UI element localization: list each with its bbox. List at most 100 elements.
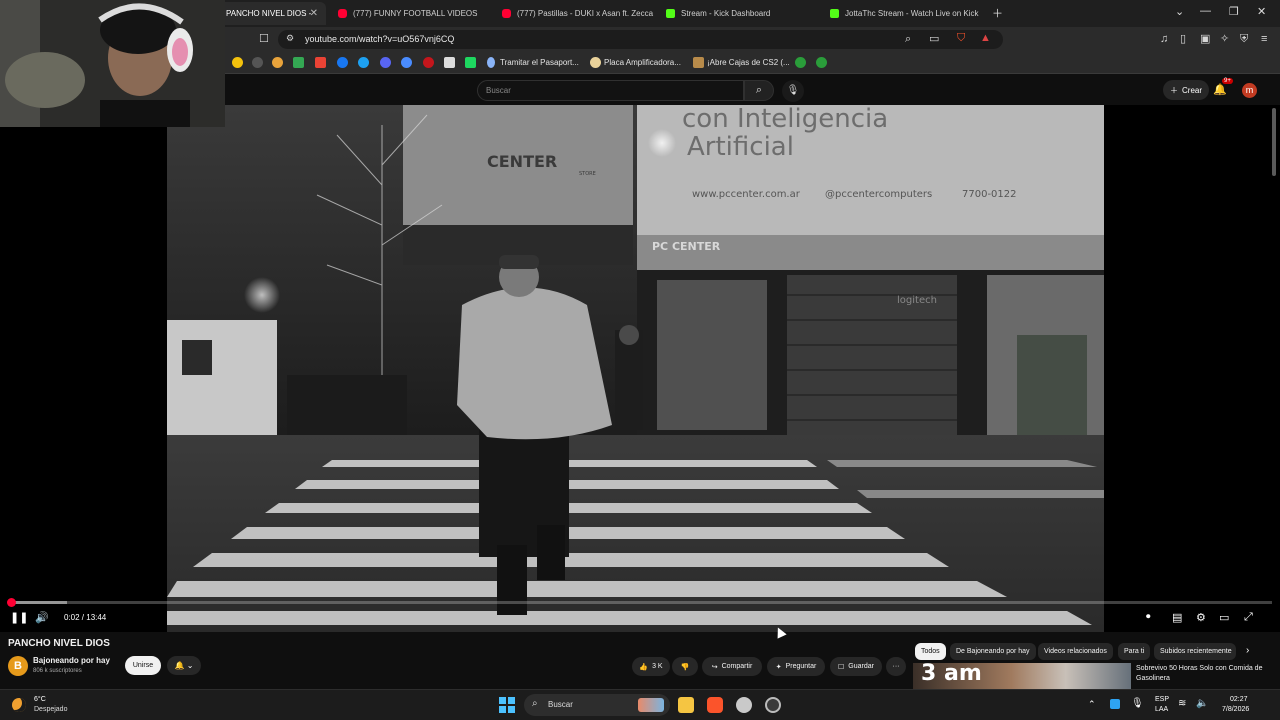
brave-browser-icon[interactable] xyxy=(707,697,723,713)
windows-start-icon[interactable] xyxy=(499,697,515,713)
bookmark-icon[interactable] xyxy=(795,57,806,68)
like-button[interactable]: 👍 3 K xyxy=(632,657,670,676)
save-button[interactable]: ☐ Guardar xyxy=(830,657,882,676)
video-player[interactable]: con Inteligencia Artificial CENTER STORE… xyxy=(0,0,1280,632)
chip-recent[interactable]: Subidos recientemente xyxy=(1154,643,1236,660)
gmail-icon[interactable] xyxy=(315,57,326,68)
bookmark-icon[interactable] xyxy=(423,57,434,68)
chip-channel[interactable]: De Bajoneando por hay xyxy=(950,643,1036,660)
url-text[interactable]: youtube.com/watch?v=uO567vnj6CQ xyxy=(305,34,454,44)
subtitles-icon[interactable]: ▤ xyxy=(1172,611,1182,624)
bookmark-icon[interactable] xyxy=(465,57,476,68)
taskbar-search[interactable]: ⌕ Buscar xyxy=(524,694,670,716)
new-tab-icon[interactable]: ＋ xyxy=(992,5,1003,21)
keyboard-layout[interactable]: LAA xyxy=(1155,706,1168,713)
leo-ai-icon[interactable]: ✧ xyxy=(1220,34,1229,45)
search-input[interactable]: Buscar xyxy=(477,80,744,101)
sidebar-icon[interactable]: ▯ xyxy=(1180,34,1186,45)
seek-handle[interactable] xyxy=(7,598,17,607)
weather-moon-icon[interactable] xyxy=(12,698,26,712)
tab-4[interactable]: JottaThc Stream - Watch Live on Kick xyxy=(822,2,990,25)
file-explorer-icon[interactable] xyxy=(678,697,694,713)
notifications-icon[interactable]: 🔔 xyxy=(1213,83,1227,96)
frame-sign-text: www.pccenter.com.ar xyxy=(692,189,801,200)
bookmark-link[interactable]: Tramitar el Pasaport... xyxy=(500,58,579,67)
pause-icon[interactable]: ❚❚ xyxy=(10,611,28,624)
bookmark-icon[interactable]: ☐ xyxy=(259,34,269,45)
chevron-down-icon[interactable]: ⌄ xyxy=(1175,5,1184,18)
subscription-bell-button[interactable]: 🔔 ⌄ xyxy=(167,656,201,675)
video-frame[interactable]: con Inteligencia Artificial CENTER STORE… xyxy=(167,105,1104,632)
vpn-icon[interactable]: ⛨ xyxy=(1240,34,1248,45)
clock-time[interactable]: 02:27 xyxy=(1230,696,1248,703)
video-scene: con Inteligencia Artificial CENTER STORE… xyxy=(167,105,1104,632)
tray-app-icon[interactable] xyxy=(1110,699,1120,709)
fullscreen-icon[interactable]: ⤢ xyxy=(1244,611,1253,624)
microphone-icon[interactable]: 🎙 xyxy=(1131,698,1144,709)
language-indicator[interactable]: ESP xyxy=(1155,696,1169,703)
join-button[interactable]: Unirse xyxy=(125,656,161,675)
clock-date[interactable]: 7/8/2026 xyxy=(1222,706,1249,713)
bookmark-icon[interactable] xyxy=(444,57,455,68)
bookmark-icon[interactable] xyxy=(380,57,391,68)
minimize-icon[interactable]: — xyxy=(1200,5,1211,17)
bookmark-icon[interactable] xyxy=(232,57,243,68)
close-window-icon[interactable]: ✕ xyxy=(1257,5,1266,18)
bookmark-icon[interactable] xyxy=(293,57,304,68)
bookmark-icon[interactable] xyxy=(272,57,283,68)
search-button[interactable]: ⌕ xyxy=(744,80,774,101)
voice-search-button[interactable]: 🎙 xyxy=(782,80,804,102)
bookmark-link[interactable]: Placa Amplificadora... xyxy=(604,58,681,67)
cast-icon[interactable]: ▭ xyxy=(929,34,939,45)
autoplay-icon[interactable]: ⏺ xyxy=(1146,611,1151,622)
tray-chevron-up-icon[interactable]: ⌃ xyxy=(1088,699,1096,710)
site-info-icon[interactable]: ⚙ xyxy=(286,34,294,43)
bookmark-icon[interactable] xyxy=(358,57,369,68)
facebook-icon[interactable] xyxy=(337,57,348,68)
chip-related[interactable]: Videos relacionados xyxy=(1038,643,1113,660)
page-scrollbar[interactable] xyxy=(1272,108,1276,176)
tab-0[interactable]: PANCHO NIVEL DIOS - ✕ xyxy=(218,2,326,25)
volume-icon[interactable]: 🔊 xyxy=(35,611,49,624)
frame-sign-text: Artificial xyxy=(687,132,794,162)
obs-icon[interactable] xyxy=(765,697,781,713)
weather-temp[interactable]: 6°C xyxy=(34,696,46,703)
zoom-icon[interactable]: ⌕ xyxy=(905,34,911,45)
tab-3[interactable]: Stream - Kick Dashboard xyxy=(658,2,818,25)
bookmark-icon[interactable] xyxy=(252,57,263,68)
wifi-icon[interactable]: ≋ xyxy=(1178,698,1186,709)
bookmark-icon[interactable] xyxy=(816,57,827,68)
more-actions-button[interactable]: ··· xyxy=(886,657,906,676)
brave-shield-icon[interactable]: ⛉ xyxy=(957,33,965,44)
ask-button[interactable]: ✦ Preguntar xyxy=(767,657,825,676)
recommendation-title[interactable]: Sobrevivo 50 Horas Solo con Comida de Ga… xyxy=(1136,664,1268,684)
wallet-icon[interactable]: ▣ xyxy=(1200,34,1210,45)
close-tab-icon[interactable]: ✕ xyxy=(310,8,318,19)
app-icon[interactable] xyxy=(736,697,752,713)
chip-for-you[interactable]: Para ti xyxy=(1118,643,1151,660)
avatar[interactable]: m xyxy=(1242,83,1257,98)
channel-avatar[interactable]: B xyxy=(8,656,28,676)
kick-icon xyxy=(666,9,675,18)
tab-1[interactable]: (777) FUNNY FOOTBALL VIDEOS xyxy=(330,2,490,25)
bookmark-icon[interactable] xyxy=(401,57,412,68)
maximize-icon[interactable]: ❐ xyxy=(1229,5,1239,18)
share-button[interactable]: ↪ Compartir xyxy=(702,657,762,676)
tab-2[interactable]: (777) Pastillas - DUKI x Asan ft. Zecca xyxy=(494,2,654,25)
settings-icon[interactable]: ⚙ xyxy=(1196,611,1206,624)
create-button[interactable]: ＋ Crear xyxy=(1163,80,1210,100)
channel-name[interactable]: Bajoneando por hay xyxy=(33,656,110,665)
weather-condition[interactable]: Despejado xyxy=(34,706,67,713)
address-bar[interactable]: ⚙ youtube.com/watch?v=uO567vnj6CQ ⌕ ▭ ⛉ … xyxy=(278,30,1003,49)
dislike-button[interactable]: 👎 xyxy=(672,657,698,676)
rewards-icon[interactable]: ▲ xyxy=(980,33,991,44)
music-icon[interactable]: ♫ xyxy=(1160,34,1168,45)
seek-bar[interactable] xyxy=(7,598,1272,607)
menu-icon[interactable]: ≡ xyxy=(1261,34,1267,45)
chip-todos[interactable]: Todos xyxy=(915,643,946,660)
recommendation-thumbnail[interactable]: 3 am xyxy=(913,663,1131,689)
chevron-right-icon[interactable]: › xyxy=(1246,645,1249,656)
speaker-icon[interactable]: 🔈 xyxy=(1196,698,1208,709)
theater-icon[interactable]: ▭ xyxy=(1219,611,1229,624)
bookmark-link[interactable]: ¡Abre Cajas de CS2 (... xyxy=(707,58,790,67)
